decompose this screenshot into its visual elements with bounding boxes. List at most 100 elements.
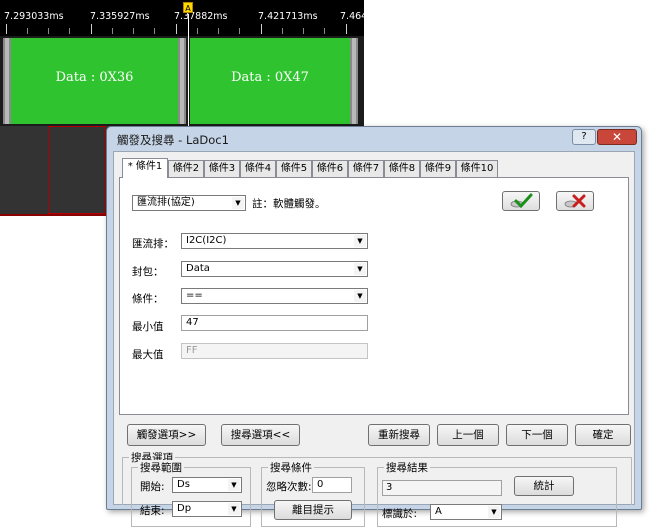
search-start-select[interactable]: Ds ▼ xyxy=(172,477,242,493)
tab-condition-5[interactable]: 條件5 xyxy=(276,160,312,177)
mark-at-value: A xyxy=(435,506,442,517)
chevron-down-icon: ▼ xyxy=(232,197,244,209)
mark-at-select[interactable]: A ▼ xyxy=(430,504,502,520)
timestamp-label: 7.4646 xyxy=(340,11,364,22)
max-value-input: FF xyxy=(181,343,368,359)
trigger-search-dialog: 觸發及搜尋 - LaDoc1 ? ✕ * 條件1 條件2 條件3 條件4 條件5… xyxy=(106,126,642,527)
ruler-tick xyxy=(261,24,262,34)
bus-label: 匯流排： xyxy=(132,238,174,250)
tab-condition-10[interactable]: 條件10 xyxy=(456,160,498,177)
ruler-tick xyxy=(324,28,325,34)
confirm-condition-button[interactable] xyxy=(502,191,540,211)
statistics-button[interactable]: 統計 xyxy=(514,476,574,496)
signal-edge xyxy=(178,38,186,124)
search-options-button[interactable]: 搜尋選項<< xyxy=(221,424,300,446)
search-condition-group: 搜尋條件 忽略次數: 0 離目提示 xyxy=(261,460,365,527)
trigger-note: 註：軟體觸發。 xyxy=(252,198,326,210)
close-button[interactable]: ✕ xyxy=(597,129,637,145)
data-packet[interactable]: Data : 0X36 xyxy=(11,38,178,124)
ruler-tick xyxy=(133,28,134,34)
ruler-tick xyxy=(282,28,283,34)
chevron-down-icon: ▼ xyxy=(354,235,366,247)
condition-value: == xyxy=(186,290,203,301)
condition-panel: 匯流排(協定) ▼ 註：軟體觸發。 匯流排： I2C(I2C) ▼ 封包： Da… xyxy=(119,177,629,415)
dialog-title: 觸發及搜尋 - LaDoc1 xyxy=(117,133,229,147)
ruler-tick xyxy=(197,28,198,34)
tab-condition-9[interactable]: 條件9 xyxy=(420,160,456,177)
bus-select[interactable]: I2C(I2C) ▼ xyxy=(181,233,368,249)
tab-condition-7[interactable]: 條件7 xyxy=(348,160,384,177)
exit-hint-button[interactable]: 離目提示 xyxy=(274,500,352,520)
check-icon xyxy=(510,193,533,209)
tab-condition-6[interactable]: 條件6 xyxy=(312,160,348,177)
help-button[interactable]: ? xyxy=(572,129,596,145)
tab-condition-8[interactable]: 條件8 xyxy=(384,160,420,177)
end-label: 結束: xyxy=(140,505,165,517)
ruler-tick xyxy=(176,24,177,34)
tab-condition-2[interactable]: 條件2 xyxy=(168,160,204,177)
tab-condition-1[interactable]: * 條件1 xyxy=(122,158,168,178)
ruler-tick xyxy=(154,28,155,34)
chevron-down-icon: ▼ xyxy=(228,503,240,515)
signal-edge xyxy=(350,38,358,124)
packet-select[interactable]: Data ▼ xyxy=(181,261,368,277)
search-range-group: 搜尋範圍 開始: Ds ▼ 結束: Dp ▼ xyxy=(131,460,251,527)
dialog-client-area: * 條件1 條件2 條件3 條件4 條件5 條件6 條件7 條件8 條件9 條件… xyxy=(113,151,635,527)
next-button[interactable]: 下一個 xyxy=(506,424,568,446)
timestamp-label: 7.293033ms xyxy=(4,11,64,22)
bus-value: I2C(I2C) xyxy=(186,235,227,246)
search-end-select[interactable]: Dp ▼ xyxy=(172,501,242,517)
result-count-display: 3 xyxy=(382,480,502,496)
tab-condition-4[interactable]: 條件4 xyxy=(240,160,276,177)
min-value-input[interactable]: 47 xyxy=(181,315,368,331)
research-button[interactable]: 重新搜尋 xyxy=(368,424,430,446)
time-ruler: 7.293033ms 7.335927ms 7.37882ms 7.421713… xyxy=(0,0,364,36)
cursor-line xyxy=(188,14,189,126)
delete-condition-button[interactable] xyxy=(556,191,594,211)
ruler-tick xyxy=(303,28,304,34)
packet-label: Data : 0X47 xyxy=(231,70,309,85)
previous-button[interactable]: 上一個 xyxy=(437,424,499,446)
chevron-down-icon: ▼ xyxy=(354,263,366,275)
x-icon xyxy=(564,194,586,208)
ruler-tick xyxy=(112,28,113,34)
packet-label: Data : 0X36 xyxy=(55,70,134,85)
condition-label: 條件： xyxy=(132,293,164,305)
chevron-down-icon: ▼ xyxy=(354,290,366,302)
search-result-title: 搜尋結果 xyxy=(384,460,430,475)
search-range-title: 搜尋範圍 xyxy=(138,460,184,475)
cursor-a-marker[interactable]: A xyxy=(183,2,193,13)
ruler-tick xyxy=(6,24,7,34)
min-value-label: 最小值 xyxy=(132,321,164,333)
packet-label: 封包： xyxy=(132,266,164,278)
timestamp-label: 7.421713ms xyxy=(258,11,318,22)
ignore-count-input[interactable]: 0 xyxy=(312,477,352,493)
search-options-group: 搜尋選項 搜尋範圍 開始: Ds ▼ 結束: Dp ▼ 搜尋條件 忽略次數: 0… xyxy=(122,450,632,527)
condition-select[interactable]: == ▼ xyxy=(181,288,368,304)
ruler-tick xyxy=(218,28,219,34)
chevron-down-icon: ▼ xyxy=(488,506,500,518)
ruler-tick xyxy=(239,28,240,34)
ok-button[interactable]: 確定 xyxy=(575,424,631,446)
trigger-options-button[interactable]: 觸發選項>> xyxy=(127,424,206,446)
tab-condition-3[interactable]: 條件3 xyxy=(204,160,240,177)
max-value-label: 最大值 xyxy=(132,349,164,361)
search-condition-title: 搜尋條件 xyxy=(268,460,314,475)
search-result-group: 搜尋結果 3 統計 標識於: A ▼ xyxy=(377,460,617,527)
selection-box xyxy=(48,126,106,214)
search-start-value: Ds xyxy=(177,479,190,490)
ruler-tick xyxy=(69,28,70,34)
start-label: 開始: xyxy=(140,481,165,493)
ruler-tick xyxy=(346,24,347,34)
data-packet[interactable]: Data : 0X47 xyxy=(190,38,350,124)
trigger-type-select[interactable]: 匯流排(協定) ▼ xyxy=(132,195,246,211)
ignore-count-label: 忽略次數: xyxy=(266,481,312,493)
ruler-tick xyxy=(48,28,49,34)
packet-value: Data xyxy=(186,263,210,274)
trigger-type-value: 匯流排(協定) xyxy=(137,197,195,208)
ruler-tick xyxy=(91,24,92,34)
waveform-row: Data : 0X36 Data : 0X47 xyxy=(0,36,364,126)
ruler-tick xyxy=(27,28,28,34)
search-end-value: Dp xyxy=(177,503,192,514)
signal-edge xyxy=(3,38,11,124)
